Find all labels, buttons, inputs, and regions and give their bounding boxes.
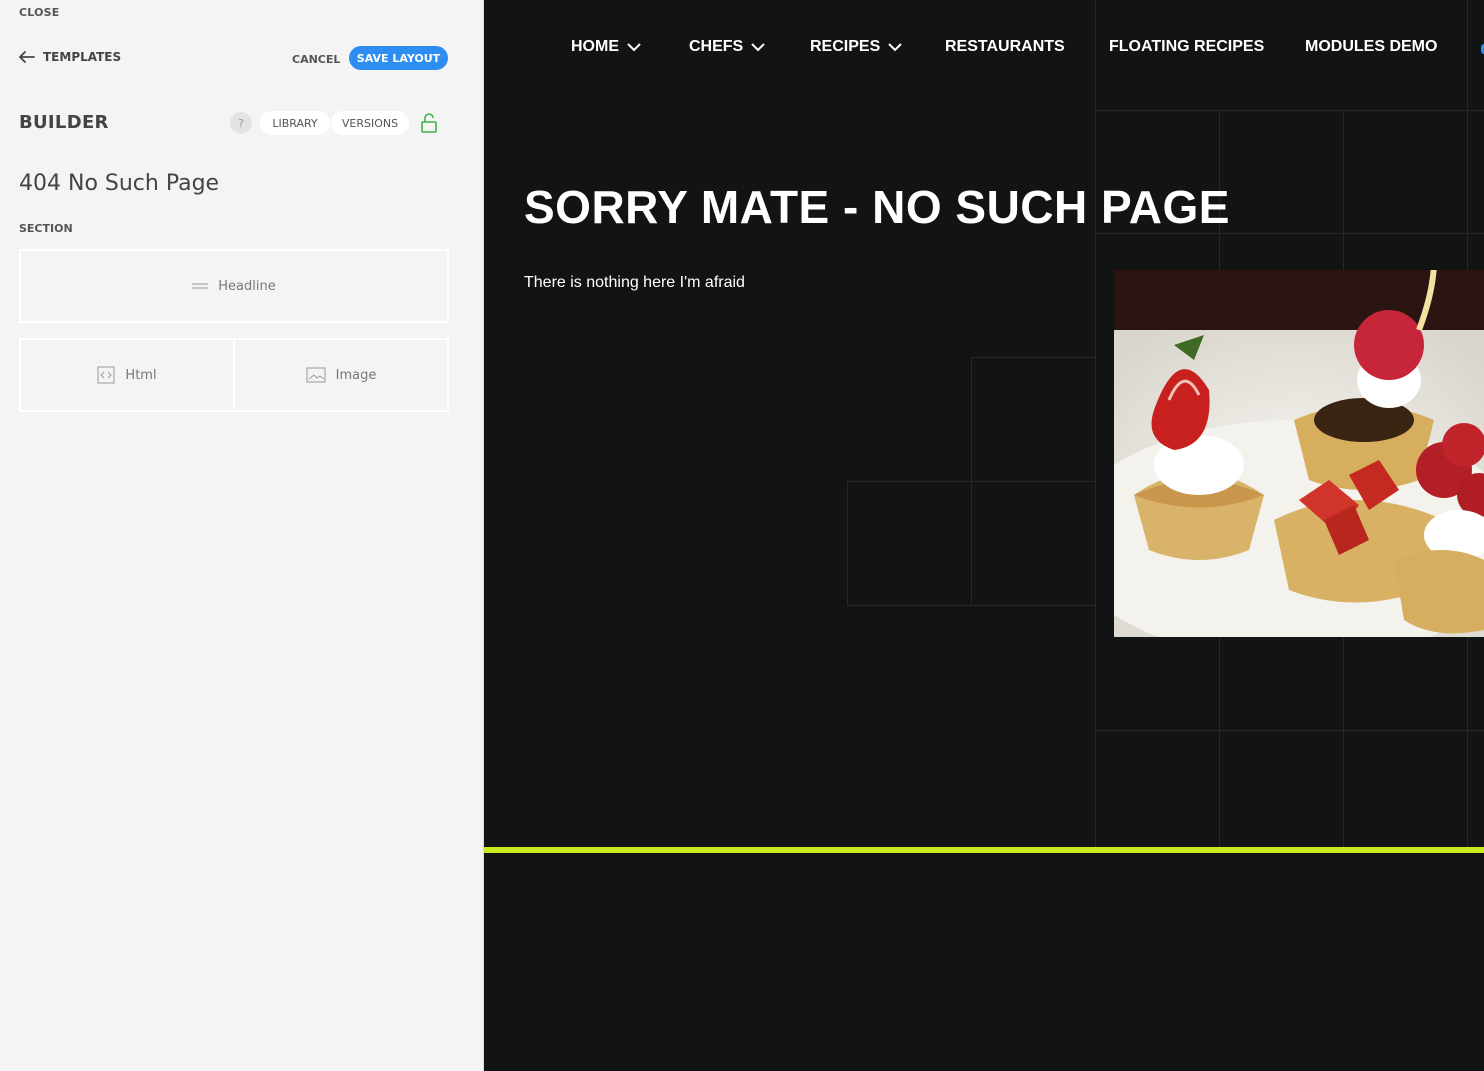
close-link[interactable]: CLOSE — [19, 6, 59, 19]
grid-line — [847, 605, 1095, 606]
headline-block-label: Headline — [218, 278, 276, 294]
nav-item-restaurants[interactable]: RESTAURANTS — [945, 38, 1065, 56]
grid-line — [1095, 730, 1484, 731]
nav-item-home[interactable]: HOME — [571, 38, 641, 56]
dessert-photo — [1114, 270, 1484, 637]
nav-item-chefs[interactable]: CHEFS — [689, 38, 765, 56]
page-preview: HOME CHEFS RECIPES RESTAURANTS FLOATING … — [484, 0, 1484, 1071]
page-body-text: There is nothing here I'm afraid — [524, 274, 745, 291]
headline-block[interactable]: Headline — [19, 249, 449, 323]
image-icon — [306, 367, 326, 383]
templates-link[interactable]: TEMPLATES — [19, 50, 121, 64]
nav-label: MODULES DEMO — [1305, 38, 1438, 55]
main-nav: HOME CHEFS RECIPES RESTAURANTS FLOATING … — [484, 38, 1484, 60]
code-icon — [97, 366, 115, 384]
image-block[interactable]: Image — [233, 338, 449, 412]
nav-label: RESTAURANTS — [945, 38, 1065, 55]
grid-line — [847, 481, 848, 605]
nav-label: RECIPES — [810, 38, 881, 55]
page-name: 404 No Such Page — [19, 171, 220, 196]
image-block-label: Image — [335, 367, 377, 383]
section-label: SECTION — [19, 222, 73, 235]
nav-label: CHEFS — [689, 38, 744, 55]
unlock-icon[interactable] — [420, 113, 438, 133]
arrow-left-icon — [19, 51, 35, 63]
nav-label: HOME — [571, 38, 619, 55]
headline-icon — [192, 283, 209, 289]
library-button[interactable]: LIBRARY — [260, 111, 330, 135]
grid-line — [1095, 110, 1484, 111]
builder-title: BUILDER — [19, 112, 109, 133]
help-button[interactable]: ? — [230, 112, 252, 134]
html-block-label: Html — [125, 367, 157, 383]
nav-label: FLOATING RECIPES — [1109, 38, 1265, 55]
page-headline: SORRY MATE - NO SUCH PAGE — [524, 181, 1230, 233]
html-block[interactable]: Html — [19, 338, 235, 412]
grid-line — [1095, 0, 1096, 847]
chevron-down-icon — [627, 42, 641, 51]
save-layout-button[interactable]: SAVE LAYOUT — [349, 46, 448, 70]
templates-label: TEMPLATES — [43, 50, 122, 64]
dessert-photo-illustration — [1114, 270, 1484, 637]
nav-item-floating-recipes[interactable]: FLOATING RECIPES — [1109, 38, 1264, 56]
nav-item-recipes[interactable]: RECIPES — [810, 38, 902, 56]
builder-panel: CLOSE TEMPLATES CANCEL SAVE LAYOUT BUILD… — [0, 0, 484, 1071]
chevron-down-icon — [888, 42, 902, 51]
cancel-button[interactable]: CANCEL — [292, 53, 340, 66]
versions-button[interactable]: VERSIONS — [331, 111, 409, 135]
footer-accent-bar — [484, 847, 1484, 853]
chevron-down-icon — [751, 42, 765, 51]
grid-line — [847, 481, 1095, 482]
nav-item-modules-demo[interactable]: MODULES DEMO — [1305, 38, 1437, 56]
grid-line — [971, 357, 1095, 358]
